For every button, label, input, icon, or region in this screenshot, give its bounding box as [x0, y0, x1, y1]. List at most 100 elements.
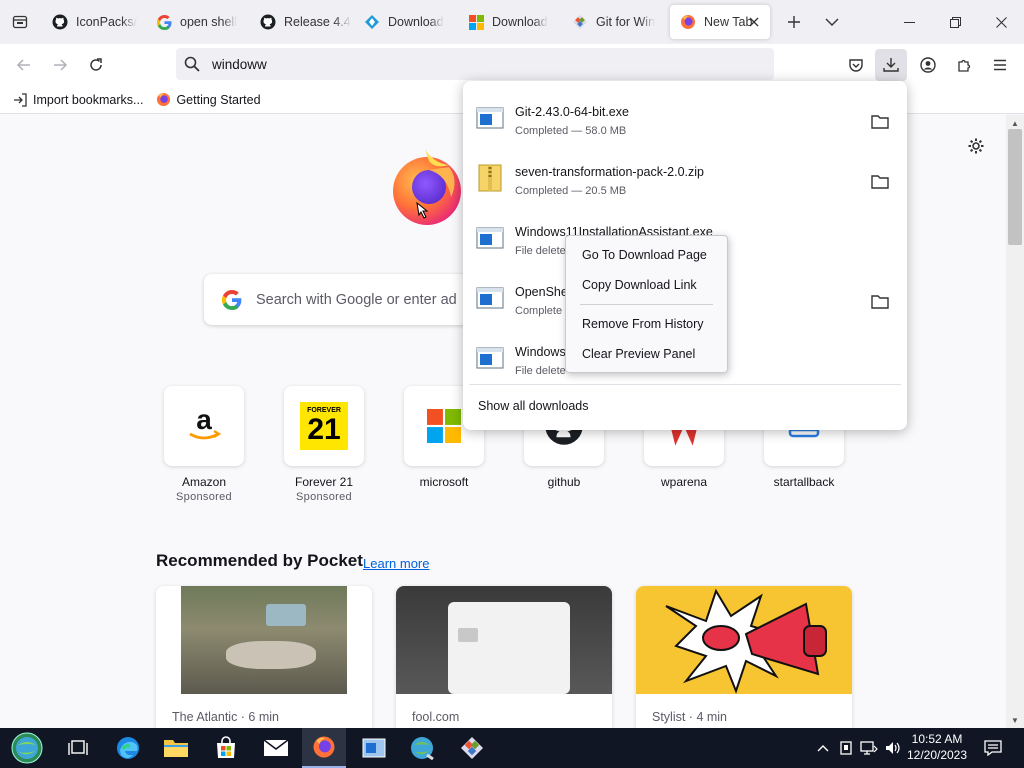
installer-icon [362, 738, 386, 758]
pocket-card-source: Stylist · 4 min [652, 710, 728, 724]
tab-iconpacks[interactable]: IconPacks/ [42, 5, 144, 39]
new-tab-button[interactable] [774, 5, 814, 39]
clock-time: 10:52 AM [911, 732, 963, 746]
action-center-button[interactable] [978, 728, 1008, 768]
taskbar-installer[interactable] [352, 728, 396, 768]
download-status: Complete [515, 305, 563, 317]
top-site-icon: a [164, 386, 244, 466]
tray-volume[interactable] [882, 728, 904, 768]
tray-network[interactable] [858, 728, 880, 768]
bookmark-getting-started[interactable]: Getting Started [155, 92, 261, 108]
pocket-learn-more-link[interactable]: Learn more [363, 556, 429, 571]
tray-device[interactable] [836, 728, 856, 768]
import-icon [12, 92, 28, 108]
menu-item-copy-download-link[interactable]: Copy Download Link [582, 278, 697, 292]
pocket-icon [849, 59, 863, 72]
pocket-card-image [636, 586, 852, 694]
task-view-icon [68, 740, 88, 755]
chevron-down-icon [825, 18, 839, 26]
scroll-up-arrow-icon[interactable]: ▲ [1008, 117, 1022, 129]
download-status: Completed — 58.0 MB [515, 125, 627, 137]
taskbar-clock[interactable]: 10:52 AM 12/20/2023 [905, 731, 969, 763]
show-all-downloads-button[interactable]: Show all downloads [478, 399, 589, 413]
top-site-forever21[interactable]: FOREVER 21 Forever 21 Sponsored [274, 386, 374, 503]
taskbar-globe-app[interactable] [400, 728, 444, 768]
tab-new-tab[interactable]: New Tab [670, 5, 770, 39]
taskbar-store[interactable] [204, 728, 248, 768]
task-view-button[interactable] [56, 728, 100, 768]
taskbar-git[interactable] [450, 728, 494, 768]
menu-item-remove-from-history[interactable]: Remove From History [582, 317, 704, 331]
tray-show-hidden[interactable] [812, 728, 834, 768]
pocket-card-image [396, 586, 612, 694]
github-icon [260, 14, 276, 30]
pocket-card[interactable]: Stylist · 4 min [636, 586, 852, 728]
reload-icon [90, 58, 102, 71]
network-icon [860, 741, 878, 755]
list-all-tabs-button[interactable] [814, 5, 850, 39]
zip-file-icon [478, 164, 502, 192]
menu-item-clear-preview-panel[interactable]: Clear Preview Panel [582, 347, 695, 361]
search-placeholder: Search with Google or enter ad [256, 291, 457, 308]
download-status: Completed — 20.5 MB [515, 185, 627, 197]
reload-button[interactable] [80, 49, 112, 81]
top-site-amazon[interactable]: a Amazon Sponsored [154, 386, 254, 503]
back-arrow-icon [16, 59, 30, 71]
url-input[interactable]: windoww [212, 57, 267, 72]
menu-button[interactable] [984, 49, 1016, 81]
download-icon [883, 58, 899, 72]
tab-label: Download [388, 15, 444, 29]
restore-button[interactable] [932, 0, 978, 44]
tab-label: Git for Win [596, 15, 656, 29]
firefox-view-button[interactable] [0, 0, 40, 44]
start-button[interactable] [4, 728, 50, 768]
navigation-toolbar: windoww [0, 44, 1024, 86]
back-button[interactable] [8, 49, 40, 81]
firefox-icon [680, 14, 696, 30]
taskbar-edge[interactable] [106, 728, 150, 768]
download-filename: Git-2.43.0-64-bit.exe [515, 105, 629, 119]
tab-git-for-windows[interactable]: Git for Win [562, 5, 664, 39]
account-button[interactable] [912, 49, 944, 81]
tab-download-2[interactable]: Download [458, 5, 560, 39]
pocket-button[interactable] [840, 49, 872, 81]
pocket-card-source: fool.com [412, 710, 460, 724]
tab-release[interactable]: Release 4.4 [250, 5, 352, 39]
pocket-card[interactable]: fool.com [396, 586, 612, 728]
google-icon [222, 289, 242, 310]
folder-icon[interactable] [871, 174, 889, 190]
download-filename: Windows [515, 345, 566, 359]
tab-open-shell[interactable]: open shell [146, 5, 248, 39]
scroll-down-arrow-icon[interactable]: ▼ [1008, 714, 1022, 726]
downloads-button[interactable] [875, 49, 907, 81]
download-item[interactable]: Git-2.43.0-64-bit.exe Completed — 58.0 M… [463, 89, 907, 147]
firefox-icon [313, 736, 335, 758]
taskbar-mail[interactable] [254, 728, 298, 768]
folder-icon[interactable] [871, 114, 889, 130]
close-window-button[interactable] [978, 0, 1024, 44]
tab-download-1[interactable]: Download [354, 5, 456, 39]
top-site-name: wparena [660, 475, 708, 489]
firefox-icon [155, 92, 171, 108]
top-site-sponsored: Sponsored [296, 491, 352, 503]
close-tab-icon[interactable] [746, 14, 762, 30]
account-icon [920, 57, 936, 73]
extensions-button[interactable] [948, 49, 980, 81]
download-site-icon [364, 14, 380, 30]
folder-icon[interactable] [871, 294, 889, 310]
forward-button[interactable] [44, 49, 76, 81]
minimize-button[interactable] [886, 0, 932, 44]
bookmark-import[interactable]: Import bookmarks... [12, 92, 143, 108]
top-site-name: microsoft [419, 475, 469, 489]
personalize-button[interactable] [964, 134, 988, 158]
menu-item-go-to-download-page[interactable]: Go To Download Page [582, 248, 707, 262]
taskbar-firefox[interactable] [302, 728, 346, 768]
taskbar-file-explorer[interactable] [154, 728, 198, 768]
url-bar[interactable]: windoww [176, 48, 774, 80]
download-item[interactable]: seven-transformation-pack-2.0.zip Comple… [463, 149, 907, 207]
scrollbar-thumb[interactable] [1008, 129, 1022, 245]
top-site-sponsored: Sponsored [176, 491, 232, 503]
chevron-up-icon [817, 745, 829, 752]
pocket-card[interactable]: The Atlantic · 6 min [156, 586, 372, 728]
microsoft-icon [468, 14, 484, 30]
